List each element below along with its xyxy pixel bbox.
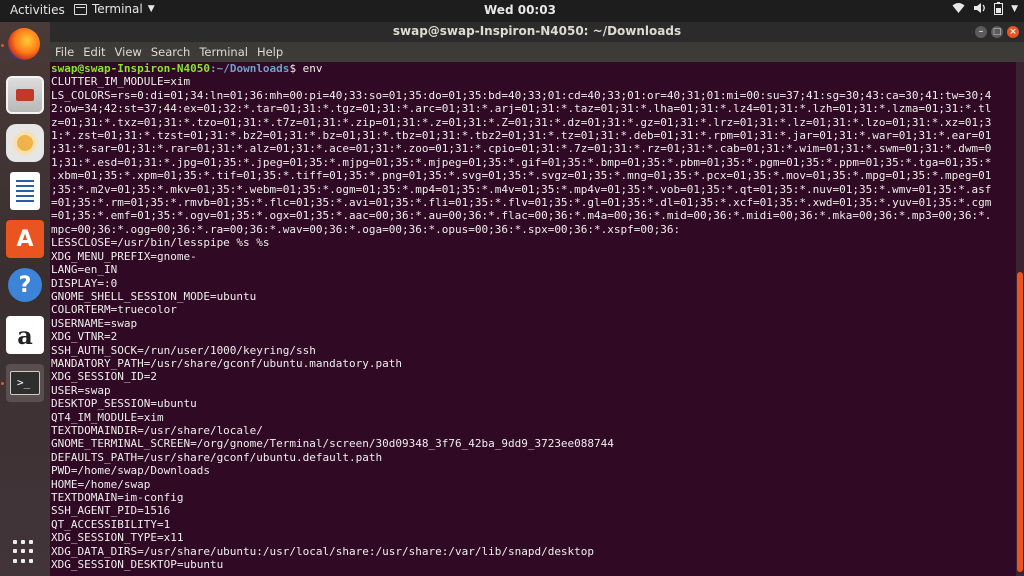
minimize-icon[interactable]: –	[975, 26, 987, 38]
network-icon	[952, 2, 965, 18]
output-line: GNOME_SHELL_SESSION_MODE=ubuntu	[51, 289, 257, 303]
terminal-window: swap@swap-Inspiron-N4050: ~/Downloads – …	[50, 22, 1024, 576]
maximize-icon[interactable]: □	[991, 26, 1003, 38]
output-line: TEXTDOMAINDIR=/usr/share/locale/	[51, 423, 263, 437]
close-icon[interactable]: ×	[1007, 26, 1019, 38]
terminal-app-icon	[74, 3, 87, 15]
output-line: SSH_AUTH_SOCK=/run/user/1000/keyring/ssh	[51, 343, 316, 357]
output-line: XDG_DATA_DIRS=/usr/share/ubuntu:/usr/loc…	[51, 544, 595, 558]
menu-edit[interactable]: Edit	[83, 45, 105, 62]
software-center-icon[interactable]: A	[6, 220, 44, 258]
output-line: 1;31:*.esd=01;31:*.jpg=01;35:*.jpeg=01;3…	[51, 155, 992, 169]
output-line: .xbm=01;35:*.xpm=01;35:*.tif=01;35:*.tif…	[51, 169, 992, 183]
output-line: PWD=/home/swap/Downloads	[51, 464, 210, 478]
libreoffice-writer-icon[interactable]	[10, 172, 40, 210]
output-line: DEFAULTS_PATH=/usr/share/gconf/ubuntu.de…	[51, 450, 383, 464]
chevron-down-icon: ▼	[147, 4, 155, 14]
chevron-down-icon: ▼	[1011, 4, 1018, 14]
app-menu-label: Terminal	[92, 2, 143, 16]
output-line: 1:*.zst=01;31:*.tzst=01;31:*.bz2=01;31:*…	[51, 129, 992, 143]
help-icon[interactable]: ?	[8, 268, 42, 302]
output-line: USER=swap	[51, 383, 111, 397]
system-tray[interactable]: ▼	[952, 2, 1018, 18]
output-line: mpc=00;36:*.ogg=00;36:*.ra=00;36:*.wav=0…	[51, 222, 681, 236]
clock[interactable]: Wed 00:03	[484, 3, 556, 17]
battery-icon	[994, 2, 1004, 18]
volume-icon	[973, 2, 986, 18]
output-line: =01;35:*.rm=01;35:*.rmvb=01;35:*.flc=01;…	[51, 196, 992, 210]
show-applications-icon[interactable]	[13, 540, 37, 564]
output-lines: CLUTTER_IM_MODULE=xim LS_COLORS=rs=0:di=0…	[51, 75, 1015, 571]
output-line: DISPLAY=:0	[51, 276, 118, 290]
output-line: XDG_MENU_PREFIX=gnome-	[51, 249, 197, 263]
output-line: TEXTDOMAIN=im-config	[51, 491, 184, 504]
prompt-line: swap@swap-Inspiron-N4050:~/Downloads$ en…	[51, 62, 1015, 75]
output-line: LANG=en_IN	[51, 263, 118, 277]
output-line: ;31:*.sar=01;31:*.rar=01;31:*.alz=01;31:…	[51, 142, 992, 156]
output-line: XDG_VTNR=2	[51, 330, 118, 344]
output-line: 2:ow=34;42:st=37;44:ex=01;32:*.tar=01;31…	[51, 102, 992, 116]
output-line: LESSCLOSE=/usr/bin/lesspipe %s %s	[51, 236, 270, 250]
output-line: COLORTERM=truecolor	[51, 303, 177, 317]
output-line: SSH_AGENT_PID=1516	[51, 504, 171, 518]
scrollbar-thumb[interactable]	[1017, 272, 1023, 572]
prompt-path: :~/Downloads	[209, 62, 290, 75]
files-icon[interactable]	[6, 76, 44, 114]
activities-button[interactable]: Activities	[10, 3, 65, 17]
terminal-output[interactable]: swap@swap-Inspiron-N4050:~/Downloads$ en…	[51, 62, 1015, 576]
output-line: ;35:*.m2v=01;35:*.mkv=01;35:*.webm=01;35…	[51, 182, 992, 196]
command-text: $ env	[289, 62, 323, 75]
running-indicator	[1, 44, 4, 47]
menu-help[interactable]: Help	[257, 45, 283, 62]
terminal-glyph: >_	[17, 376, 31, 389]
dock: A ? a >_	[0, 22, 50, 576]
window-title: swap@swap-Inspiron-N4050: ~/Downloads	[392, 24, 682, 38]
output-line: =01;35:*.emf=01;35:*.ogv=01;35:*.ogx=01;…	[51, 209, 992, 223]
top-panel: Activities Terminal ▼ Wed 00:03 ▼	[0, 0, 1024, 22]
running-indicator	[1, 382, 4, 385]
output-line: XDG_SESSION_TYPE=x11	[51, 531, 184, 545]
amazon-icon[interactable]: a	[6, 316, 44, 354]
scrollbar[interactable]	[1016, 62, 1024, 576]
output-line: XDG_SESSION_DESKTOP=ubuntu	[51, 558, 224, 572]
menu-file[interactable]: File	[55, 45, 74, 62]
rhythmbox-icon[interactable]	[6, 124, 44, 162]
firefox-icon[interactable]	[8, 28, 40, 60]
output-line: HOME=/home/swap	[51, 477, 151, 491]
menu-search[interactable]: Search	[151, 45, 191, 62]
output-line: LS_COLORS=rs=0:di=01;34:ln=01;36:mh=00:p…	[51, 88, 992, 102]
prompt-user: swap@swap-Inspiron-N4050	[51, 62, 210, 75]
output-line: DESKTOP_SESSION=ubuntu	[51, 397, 197, 411]
output-line: MANDATORY_PATH=/usr/share/gconf/ubuntu.m…	[51, 356, 402, 370]
app-menu-terminal[interactable]: Terminal ▼	[74, 2, 155, 16]
menu-terminal[interactable]: Terminal	[199, 45, 248, 62]
terminal-icon[interactable]: >_	[6, 364, 44, 402]
menu-view[interactable]: View	[115, 45, 142, 62]
output-line: USERNAME=swap	[51, 316, 138, 330]
output-line: CLUTTER_IM_MODULE=xim	[51, 75, 191, 89]
output-line: QT4_IM_MODULE=xim	[51, 410, 164, 424]
output-line: GNOME_TERMINAL_SCREEN=/org/gnome/Termina…	[51, 437, 614, 451]
output-line: XDG_SESSION_ID=2	[51, 370, 157, 384]
output-line: z=01;31:*.txz=01;31:*.tzo=01;31:*.t7z=01…	[51, 115, 992, 129]
window-titlebar[interactable]: swap@swap-Inspiron-N4050: ~/Downloads – …	[50, 22, 1024, 42]
menu-bar: File Edit View Search Terminal Help	[50, 42, 1024, 62]
output-line: QT_ACCESSIBILITY=1	[51, 517, 171, 531]
